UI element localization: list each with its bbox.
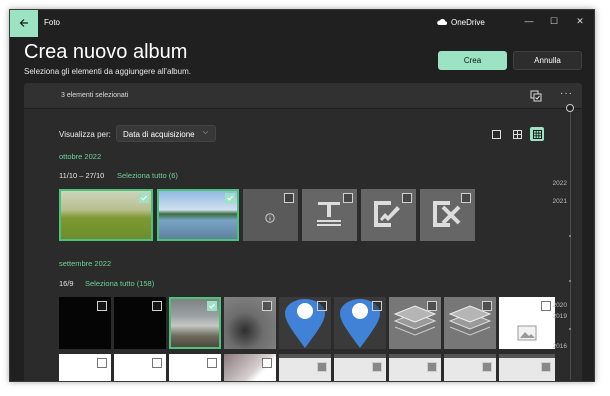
photo-checkbox[interactable] — [482, 301, 492, 311]
photo-checkbox[interactable] — [139, 193, 149, 203]
photo-checkbox[interactable] — [372, 362, 382, 372]
photo-checkbox[interactable] — [482, 362, 492, 372]
timeline-year[interactable]: 2022 — [553, 180, 567, 187]
timeline-year[interactable]: 2019 — [553, 313, 567, 320]
photo-checkbox[interactable] — [207, 358, 217, 368]
photo-thumbnail[interactable] — [114, 354, 166, 381]
photo-checkbox[interactable] — [97, 358, 107, 368]
timeline-dot — [569, 280, 571, 282]
page-subtitle: Seleziona gli elementi da aggiungere all… — [24, 67, 191, 76]
photo-thumbnail[interactable] — [499, 354, 555, 381]
date-range: 11/10 – 27/10 — [59, 171, 105, 180]
cancel-button[interactable]: Annulla — [513, 51, 582, 70]
small-thumbnails-icon[interactable] — [489, 127, 503, 141]
photo-checkbox[interactable] — [152, 301, 162, 311]
photo-thumbnail[interactable] — [224, 297, 276, 349]
photo-checkbox[interactable] — [461, 193, 471, 203]
timeline-scrubber[interactable]: 2022 2021 2020 2019 2016 — [553, 92, 575, 380]
timeline-dot — [569, 328, 571, 330]
minimize-button[interactable]: — — [522, 16, 536, 26]
info-icon — [265, 210, 275, 228]
photo-thumbnail[interactable] — [59, 354, 111, 381]
photo-checkbox[interactable] — [402, 193, 412, 203]
photo-checkbox[interactable] — [225, 193, 235, 203]
photo-thumbnail[interactable] — [169, 354, 221, 381]
selection-count: 3 elementi selezionati — [61, 92, 129, 99]
photo-checkbox[interactable] — [97, 301, 107, 311]
signature-icon — [371, 199, 403, 234]
photo-thumbnail[interactable] — [334, 354, 386, 381]
photo-checkbox[interactable] — [317, 362, 327, 372]
photo-thumbnail[interactable] — [157, 189, 239, 241]
photo-checkbox[interactable] — [541, 301, 551, 311]
medium-thumbnails-icon[interactable] — [510, 127, 524, 141]
photo-thumbnail[interactable] — [389, 297, 441, 349]
album-selection-panel: 3 elementi selezionati ··· Visualizza pe… — [24, 83, 582, 381]
photo-thumbnail[interactable] — [59, 297, 111, 349]
month-heading: settembre 2022 — [59, 259, 112, 268]
photo-thumbnail[interactable] — [499, 297, 555, 349]
document-x-icon — [430, 199, 462, 234]
app-title: Foto — [44, 18, 61, 27]
photos-window: Foto OneDrive — ☐ ✕ Crea nuovo album Sel… — [9, 9, 595, 382]
timeline-year[interactable]: 2021 — [553, 198, 567, 205]
date-range: 16/9 — [59, 279, 74, 288]
photo-checkbox[interactable] — [541, 362, 551, 372]
back-button[interactable] — [10, 10, 38, 37]
title-bar: Foto OneDrive — ☐ ✕ — [10, 10, 594, 37]
photo-thumbnail[interactable] — [114, 297, 166, 349]
photo-checkbox[interactable] — [262, 358, 272, 368]
photo-thumbnail[interactable] — [279, 297, 331, 349]
photo-checkbox[interactable] — [152, 358, 162, 368]
selection-bar: 3 elementi selezionati ··· — [24, 83, 582, 109]
month-heading: ottobre 2022 — [59, 152, 102, 161]
photo-thumbnail[interactable] — [444, 354, 496, 381]
photo-checkbox[interactable] — [207, 301, 217, 311]
photo-thumbnail[interactable] — [389, 354, 441, 381]
timeline-year[interactable]: 2020 — [553, 302, 567, 309]
photo-thumbnail[interactable] — [361, 189, 416, 241]
image-placeholder-icon — [517, 325, 537, 346]
view-by-label: Visualizza per: — [59, 130, 111, 139]
select-all-link[interactable]: Seleziona tutto (6) — [117, 171, 178, 180]
timeline-handle[interactable] — [566, 104, 574, 112]
photo-thumbnail[interactable] — [224, 354, 276, 381]
page-title: Crea nuovo album — [24, 41, 188, 63]
photo-thumbnail[interactable] — [334, 297, 386, 349]
photo-checkbox[interactable] — [317, 301, 327, 311]
large-thumbnails-icon[interactable] — [530, 127, 544, 141]
view-by-selected: Data di acquisizione — [123, 130, 195, 139]
photo-checkbox[interactable] — [343, 193, 353, 203]
back-arrow-icon — [19, 15, 29, 33]
photo-thumbnail[interactable] — [243, 189, 298, 241]
select-mode-icon[interactable] — [529, 89, 543, 103]
photo-thumbnail[interactable] — [444, 297, 496, 349]
photo-checkbox[interactable] — [284, 193, 294, 203]
close-button[interactable]: ✕ — [573, 16, 587, 27]
chevron-down-icon: ⌵ — [202, 129, 208, 136]
photo-thumbnail[interactable] — [169, 297, 221, 349]
view-by-dropdown[interactable]: Data di acquisizione ⌵ — [116, 125, 216, 142]
photo-checkbox[interactable] — [262, 301, 272, 311]
select-all-link[interactable]: Seleziona tutto (158) — [85, 279, 154, 288]
cloud-icon — [436, 18, 448, 27]
photo-checkbox[interactable] — [427, 362, 437, 372]
maximize-button[interactable]: ☐ — [547, 16, 561, 27]
photo-thumbnail[interactable] — [279, 354, 331, 381]
onedrive-label: OneDrive — [451, 18, 485, 27]
photo-checkbox[interactable] — [372, 301, 382, 311]
text-format-icon — [314, 199, 344, 234]
photo-thumbnail[interactable] — [59, 189, 153, 241]
photo-thumbnail[interactable] — [420, 189, 475, 241]
create-button[interactable]: Crea — [438, 51, 507, 70]
photo-thumbnail[interactable] — [302, 189, 357, 241]
timeline-year[interactable]: 2016 — [553, 343, 567, 350]
onedrive-status[interactable]: OneDrive — [436, 18, 485, 27]
timeline-dot — [569, 235, 571, 237]
photo-checkbox[interactable] — [427, 301, 437, 311]
timeline-track — [570, 110, 571, 380]
